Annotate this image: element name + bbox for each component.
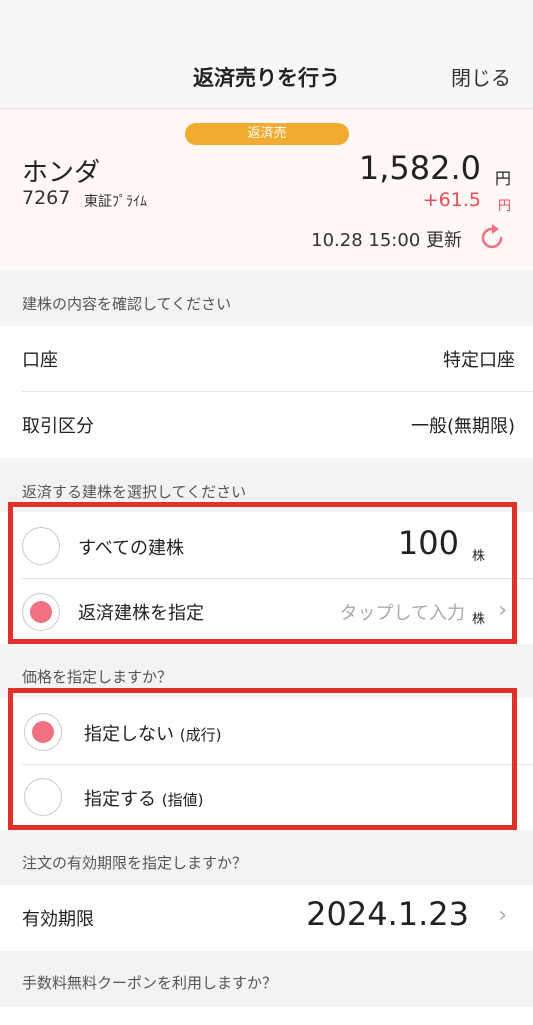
stock-price-unit: 円 [494, 169, 511, 188]
stock-code: 7267 [22, 187, 71, 209]
stock-change: +61.5 [422, 189, 481, 211]
position-section-label: 建株の内容を確認してください [22, 295, 232, 313]
trade-type-row: 取引区分 一般(無期限) [0, 392, 533, 458]
highlight-box [8, 688, 517, 830]
trade-type-value: 一般(無期限) [410, 416, 515, 437]
refresh-icon[interactable] [479, 223, 507, 251]
order-type-badge: 返済売 [185, 123, 349, 145]
stock-summary: 返済売 ホンダ 7267 東証ﾌﾟﾗｲﾑ 1,582.0 円 +61.5 円 1… [0, 109, 533, 270]
stock-change-unit: 円 [497, 199, 511, 214]
header-bar: 返済売りを行う 閉じる [0, 0, 533, 109]
account-label: 口座 [22, 350, 58, 371]
trade-type-label: 取引区分 [22, 416, 94, 437]
stock-name: ホンダ [22, 158, 101, 188]
account-value: 特定口座 [443, 350, 515, 371]
expiry-row[interactable]: 有効期限 2024.1.23 › [0, 885, 533, 951]
stock-price: 1,582.0 [358, 149, 481, 187]
stock-market: 東証ﾌﾟﾗｲﾑ [84, 194, 147, 210]
chevron-right-icon: › [498, 903, 507, 928]
select-section-label: 返済する建株を選択してください [22, 483, 247, 501]
coupon-section-label: 手数料無料クーポンを利用しますか？ [22, 974, 278, 992]
close-button[interactable]: 閉じる [451, 62, 511, 91]
coupon-row[interactable] [0, 1007, 533, 1025]
expiry-date: 2024.1.23 [306, 895, 469, 933]
expiry-label: 有効期限 [22, 909, 94, 930]
highlight-box [8, 502, 517, 644]
updated-timestamp: 10.28 15:00 更新 [311, 230, 462, 251]
expiry-section-label: 注文の有効期限を指定しますか？ [22, 854, 248, 872]
account-row: 口座 特定口座 [0, 326, 533, 392]
price-section-label: 価格を指定しますか？ [22, 668, 173, 686]
